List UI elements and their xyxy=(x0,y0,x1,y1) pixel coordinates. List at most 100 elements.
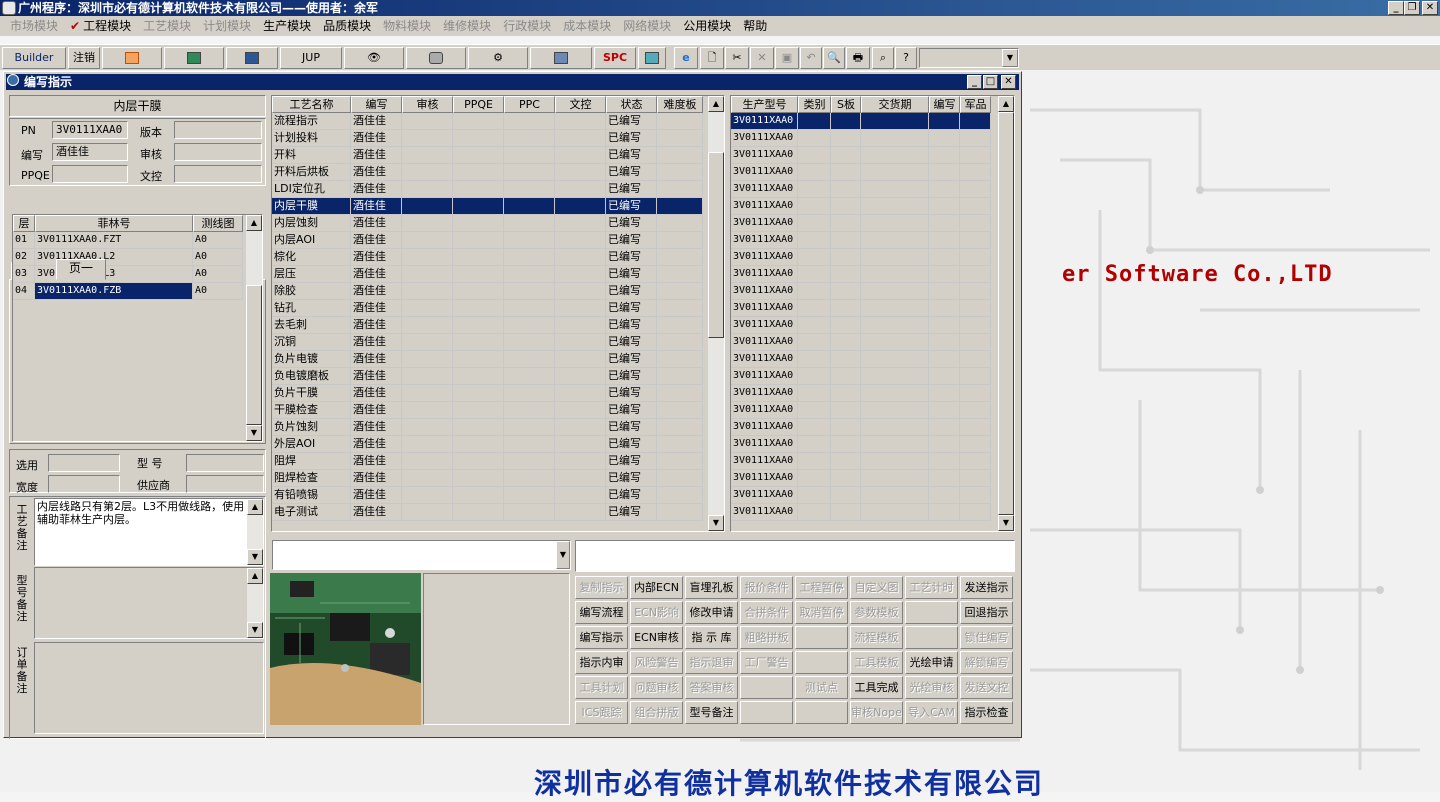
menu-item-6[interactable]: 物料模块 xyxy=(377,16,437,36)
process-row[interactable]: LDI定位孔 酒佳佳 已编写 xyxy=(272,181,703,198)
database-button[interactable] xyxy=(406,47,466,69)
action-button-0-0[interactable]: 复制指示 xyxy=(575,576,628,599)
product-row[interactable]: 3V0111XAA0 xyxy=(731,334,991,351)
review-field[interactable] xyxy=(174,143,262,161)
action-button-1-3[interactable]: 合拼条件 xyxy=(740,601,793,624)
action-button-2-1[interactable]: ECN审核 xyxy=(630,626,683,649)
action-button-0-7[interactable]: 发送指示 xyxy=(960,576,1013,599)
process-row[interactable]: 棕化 酒佳佳 已编写 xyxy=(272,249,703,266)
product-header-0[interactable]: 生产型号 xyxy=(731,96,798,113)
product-header-2[interactable]: S板 xyxy=(831,96,861,113)
action-button-2-2[interactable]: 指 示 库 xyxy=(685,626,738,649)
window-minimize-button[interactable]: _ xyxy=(967,75,982,89)
action-button-1-5[interactable]: 参数模板 xyxy=(850,601,903,624)
action-button-0-6[interactable]: 工艺计时 xyxy=(905,576,958,599)
action-button-5-6[interactable]: 导入CAM xyxy=(905,701,958,724)
undo-button[interactable]: ↶ xyxy=(800,47,822,69)
tab-1[interactable]: 页一 xyxy=(56,259,106,280)
menu-item-10[interactable]: 网络模块 xyxy=(617,16,677,36)
action-button-3-5[interactable]: 工具模板 xyxy=(850,651,903,674)
product-row[interactable]: 3V0111XAA0 xyxy=(731,283,991,300)
process-header-3[interactable]: PPQE xyxy=(453,96,504,113)
computer-button[interactable] xyxy=(530,47,592,69)
process-row[interactable]: 沉铜 酒佳佳 已编写 xyxy=(272,334,703,351)
action-button-1-6[interactable] xyxy=(905,601,958,624)
scroll-up-icon[interactable]: ▲ xyxy=(708,96,724,112)
process-row[interactable]: 电子测试 酒佳佳 已编写 xyxy=(272,504,703,521)
print-button[interactable]: 🖶 xyxy=(846,47,870,69)
product-row[interactable]: 3V0111XAA0 xyxy=(731,130,991,147)
action-button-1-2[interactable]: 修改申请 xyxy=(685,601,738,624)
action-button-0-3[interactable]: 报价条件 xyxy=(740,576,793,599)
action-button-5-1[interactable]: 组合拼版 xyxy=(630,701,683,724)
film-grid-scrollbar[interactable]: ▲ ▼ xyxy=(246,215,262,441)
product-input[interactable] xyxy=(575,540,1015,572)
print-preview-button[interactable]: 🔍 xyxy=(823,47,845,69)
process-row[interactable]: 负片蚀刻 酒佳佳 已编写 xyxy=(272,419,703,436)
menu-item-11[interactable]: 公用模块 xyxy=(677,16,737,36)
process-grid-scrollbar[interactable]: ▲ ▼ xyxy=(708,96,724,531)
process-row[interactable]: 内层蚀刻 酒佳佳 已编写 xyxy=(272,215,703,232)
find-button[interactable]: ⌕ xyxy=(872,47,894,69)
excel-button[interactable] xyxy=(164,47,224,69)
product-grid-scrollbar[interactable]: ▲ ▼ xyxy=(998,96,1014,531)
process-row[interactable]: 干膜检查 酒佳佳 已编写 xyxy=(272,402,703,419)
powerpoint-button[interactable] xyxy=(102,47,162,69)
restore-button[interactable]: ❐ xyxy=(1404,1,1420,15)
toolbar-combo[interactable]: ▼ xyxy=(919,48,1019,68)
scroll-thumb[interactable] xyxy=(998,112,1014,515)
action-button-3-7[interactable]: 解锁编写 xyxy=(960,651,1013,674)
scroll-up-icon[interactable]: ▲ xyxy=(246,215,262,231)
process-row[interactable]: 开料后烘板 酒佳佳 已编写 xyxy=(272,164,703,181)
action-button-4-7[interactable]: 发送文控 xyxy=(960,676,1013,699)
pn-field[interactable]: 3V0111XAA0 xyxy=(52,121,128,139)
action-button-3-2[interactable]: 指示退审 xyxy=(685,651,738,674)
process-row[interactable]: 开料 酒佳佳 已编写 xyxy=(272,147,703,164)
window-maximize-button[interactable]: □ xyxy=(983,75,998,89)
action-button-0-4[interactable]: 工程暂停 xyxy=(795,576,848,599)
process-row[interactable]: 内层AOI 酒佳佳 已编写 xyxy=(272,232,703,249)
process-header-5[interactable]: 文控 xyxy=(555,96,606,113)
product-row[interactable]: 3V0111XAA0 xyxy=(731,215,991,232)
browser-button[interactable]: e xyxy=(674,47,698,69)
scroll-down-icon[interactable]: ▼ xyxy=(247,549,263,565)
product-row[interactable]: 3V0111XAA0 xyxy=(731,317,991,334)
action-button-1-7[interactable]: 回退指示 xyxy=(960,601,1013,624)
action-button-0-5[interactable]: 自定义图 xyxy=(850,576,903,599)
process-row[interactable]: 流程指示 酒佳佳 已编写 xyxy=(272,113,703,130)
process-row[interactable]: 除胶 酒佳佳 已编写 xyxy=(272,283,703,300)
menu-item-3[interactable]: 计划模块 xyxy=(197,16,257,36)
action-button-4-5[interactable]: 工具完成 xyxy=(850,676,903,699)
product-row[interactable]: 3V0111XAA0 xyxy=(731,453,991,470)
product-header-5[interactable]: 军品 xyxy=(960,96,991,113)
process-note-field[interactable]: 内层线路只有第2层。L3不用做线路，使用辅助菲林生产内层。 ▲ ▼ xyxy=(34,498,264,566)
process-row[interactable]: 阻焊 酒佳佳 已编写 xyxy=(272,453,703,470)
width-field[interactable] xyxy=(48,475,120,493)
product-row[interactable]: 3V0111XAA0 xyxy=(731,385,991,402)
scroll-down-icon[interactable]: ▼ xyxy=(998,515,1014,531)
action-button-2-6[interactable] xyxy=(905,626,958,649)
action-button-3-6[interactable]: 光绘申请 xyxy=(905,651,958,674)
product-row[interactable]: 3V0111XAA0 xyxy=(731,147,991,164)
process-row[interactable]: 负片电镀 酒佳佳 已编写 xyxy=(272,351,703,368)
action-button-3-0[interactable]: 指示内审 xyxy=(575,651,628,674)
product-row[interactable]: 3V0111XAA0 xyxy=(731,181,991,198)
process-row[interactable]: 阻焊检查 酒佳佳 已编写 xyxy=(272,470,703,487)
product-row[interactable]: 3V0111XAA0 xyxy=(731,402,991,419)
action-button-5-0[interactable]: ICS跟踪 xyxy=(575,701,628,724)
menu-item-9[interactable]: 成本模块 xyxy=(557,16,617,36)
menu-item-2[interactable]: 工艺模块 xyxy=(137,16,197,36)
product-header-1[interactable]: 类别 xyxy=(798,96,831,113)
action-button-4-2[interactable]: 答案审核 xyxy=(685,676,738,699)
logout-button[interactable]: 注销 xyxy=(68,47,100,69)
help-button[interactable]: ? xyxy=(895,47,917,69)
jup-button[interactable]: JUP xyxy=(280,47,342,69)
builder-button[interactable]: Builder xyxy=(2,47,66,69)
action-button-3-4[interactable] xyxy=(795,651,848,674)
process-row[interactable]: 计划投料 酒佳佳 已编写 xyxy=(272,130,703,147)
process-row[interactable]: 层压 酒佳佳 已编写 xyxy=(272,266,703,283)
process-row[interactable]: 负片干膜 酒佳佳 已编写 xyxy=(272,385,703,402)
product-header-3[interactable]: 交货期 xyxy=(861,96,929,113)
film-row[interactable]: 01 3V0111XAA0.FZT A0 xyxy=(13,232,243,249)
doc-control-field[interactable] xyxy=(174,165,262,183)
